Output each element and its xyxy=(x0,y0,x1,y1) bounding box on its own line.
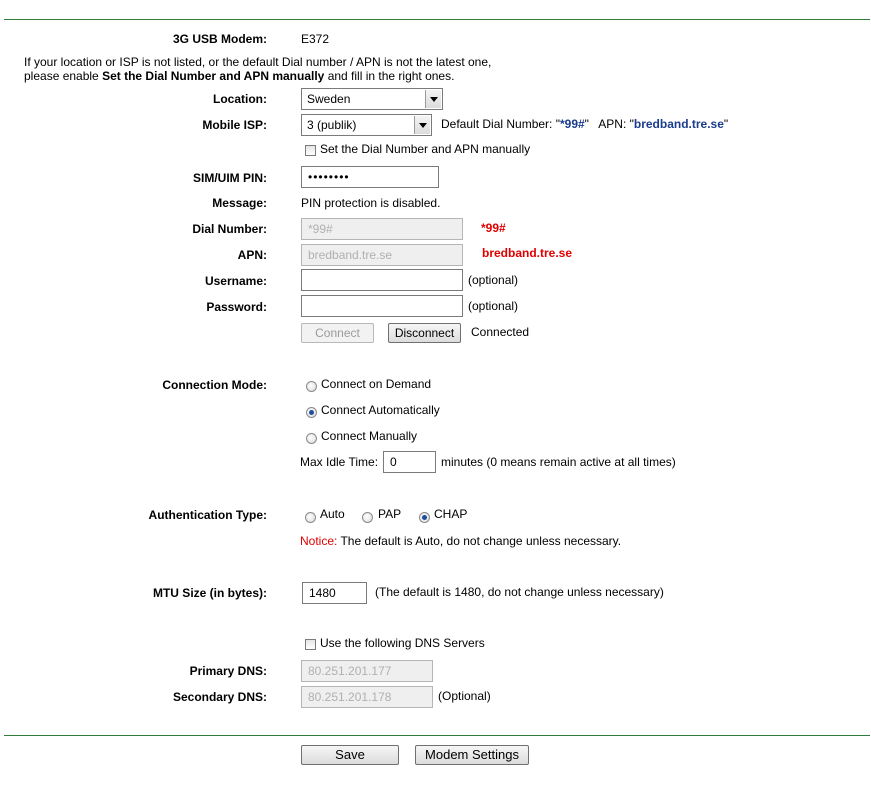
connect-button[interactable]: Connect xyxy=(301,323,374,343)
connect-manually-radio[interactable] xyxy=(306,433,317,444)
intro-line-1: If your location or ISP is not listed, o… xyxy=(24,55,492,69)
username-input[interactable] xyxy=(301,269,463,291)
auth-chap-radio[interactable] xyxy=(419,512,430,523)
intro-line-2: please enable Set the Dial Number and AP… xyxy=(24,69,454,83)
default-apn-suffix: " xyxy=(723,117,729,131)
apn-input[interactable]: bredband.tre.se xyxy=(301,244,463,266)
max-idle-hint: minutes (0 means remain active at all ti… xyxy=(441,455,676,469)
use-dns-checkbox[interactable] xyxy=(305,639,316,650)
primary-dns-label: Primary DNS: xyxy=(189,664,267,678)
pin-input[interactable]: •••••••• xyxy=(301,166,439,188)
mtu-input[interactable]: 1480 xyxy=(302,582,367,604)
dial-number-input[interactable]: *99# xyxy=(301,218,463,240)
secondary-dns-hint: (Optional) xyxy=(438,689,491,703)
username-hint: (optional) xyxy=(468,273,519,287)
apn-annotation: bredband.tre.se xyxy=(482,246,573,260)
isp-select-value: 3 (publik) xyxy=(307,118,357,132)
auth-chap-label: CHAP xyxy=(434,507,468,521)
intro-line-2-bold: Set the Dial Number and APN manually xyxy=(102,69,325,83)
auth-auto-label: Auto xyxy=(320,507,345,521)
dial-number-label: Dial Number: xyxy=(192,222,267,236)
apn-label: APN: xyxy=(237,248,267,262)
top-divider xyxy=(4,19,870,20)
message-value: PIN protection is disabled. xyxy=(301,196,441,210)
auth-notice: Notice: The default is Auto, do not chan… xyxy=(300,534,621,548)
auth-notice-text: The default is Auto, do not change unles… xyxy=(337,534,622,548)
default-apn-value: bredband.tre.se xyxy=(633,117,724,131)
connection-mode-label: Connection Mode: xyxy=(162,378,267,392)
save-button[interactable]: Save xyxy=(301,745,399,765)
connect-automatically-label: Connect Automatically xyxy=(321,403,440,417)
mtu-label: MTU Size (in bytes): xyxy=(152,586,267,600)
connect-on-demand-radio[interactable] xyxy=(306,381,317,392)
location-select[interactable]: Sweden xyxy=(301,88,443,110)
disconnect-button[interactable]: Disconnect xyxy=(388,323,461,343)
modem-settings-button[interactable]: Modem Settings xyxy=(415,745,529,765)
dial-number-annotation: *99# xyxy=(481,221,506,235)
connect-on-demand-label: Connect on Demand xyxy=(321,377,432,391)
modem-value: E372 xyxy=(301,32,330,46)
auth-pap-label: PAP xyxy=(378,507,402,521)
manual-dial-checkbox[interactable] xyxy=(305,145,316,156)
auth-type-label: Authentication Type: xyxy=(148,508,267,522)
username-label: Username: xyxy=(204,274,267,288)
chevron-down-icon[interactable] xyxy=(414,116,430,134)
isp-default-info: Default Dial Number: "*99#" APN: "bredba… xyxy=(441,117,728,131)
use-dns-checkbox-label: Use the following DNS Servers xyxy=(320,636,485,650)
default-dial-value: *99# xyxy=(559,117,585,131)
location-select-value: Sweden xyxy=(307,92,351,106)
manual-dial-checkbox-label: Set the Dial Number and APN manually xyxy=(320,142,531,156)
secondary-dns-input[interactable]: 80.251.201.178 xyxy=(301,686,433,708)
isp-select[interactable]: 3 (publik) xyxy=(301,114,432,136)
auth-notice-label: Notice: xyxy=(300,534,338,548)
location-label: Location: xyxy=(213,92,267,106)
default-dial-prefix: Default Dial Number: " xyxy=(441,117,560,131)
secondary-dns-label: Secondary DNS: xyxy=(172,690,267,704)
modem-label: 3G USB Modem: xyxy=(172,32,267,46)
connect-automatically-radio[interactable] xyxy=(306,407,317,418)
pin-label: SIM/UIM PIN: xyxy=(193,171,267,185)
password-label: Password: xyxy=(206,300,267,314)
isp-label: Mobile ISP: xyxy=(202,118,267,132)
intro-line-2-post: and fill in the right ones. xyxy=(324,69,455,83)
connection-status: Connected xyxy=(471,325,530,339)
primary-dns-input[interactable]: 80.251.201.177 xyxy=(301,660,433,682)
chevron-down-icon[interactable] xyxy=(425,90,441,108)
password-hint: (optional) xyxy=(468,299,519,313)
message-label: Message: xyxy=(212,196,267,210)
auth-auto-radio[interactable] xyxy=(305,512,316,523)
connect-manually-label: Connect Manually xyxy=(321,429,418,443)
auth-pap-radio[interactable] xyxy=(362,512,373,523)
bottom-divider xyxy=(4,735,870,736)
max-idle-input[interactable]: 0 xyxy=(383,451,436,473)
password-input[interactable] xyxy=(301,295,463,317)
max-idle-label: Max Idle Time: xyxy=(300,455,379,469)
intro-line-2-pre: please enable xyxy=(24,69,103,83)
default-apn-prefix: " APN: " xyxy=(584,117,634,131)
mtu-hint: (The default is 1480, do not change unle… xyxy=(375,585,664,599)
